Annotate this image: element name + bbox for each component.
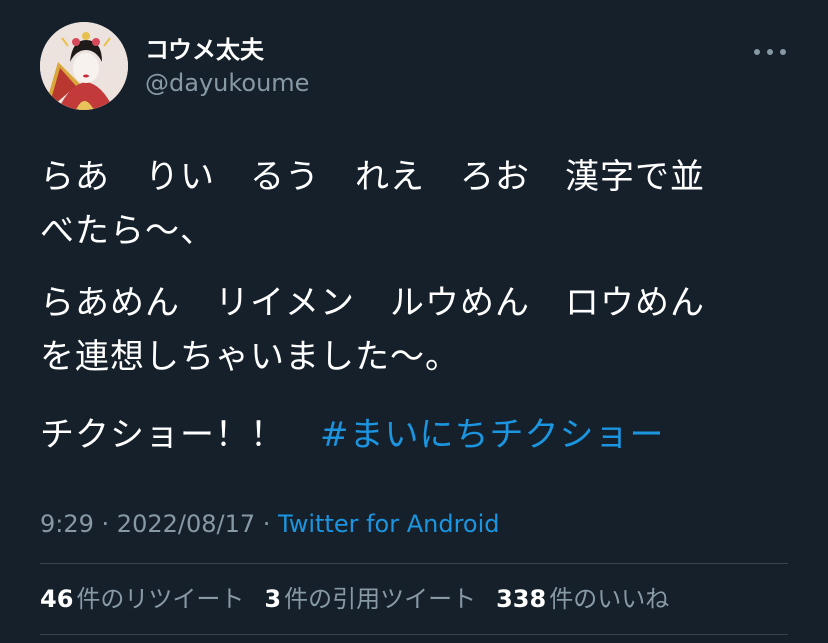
tweet-paragraph-3: チクショー！！ #まいにちチクショー [40,408,665,462]
dot [767,49,773,55]
tweet-line: らあ りい るう れえ ろお 漢字で並 [40,157,705,197]
display-name[interactable]: コウメ太夫 [145,34,264,66]
tweet-line: らあめん リイメン ルウめん ロウめん [40,283,705,323]
likes-stat[interactable]: 338 件のいいね [496,583,669,615]
tweet-stats: 46 件のリツイート 3 件の引用ツイート 338 件のいいね [40,583,669,615]
retweets-label: 件のリツイート [76,585,245,613]
likes-label: 件のいいね [549,585,670,613]
divider [40,563,788,564]
tweet-paragraph-1: らあ りい るう れえ ろお 漢字で並 べたら〜、 [40,150,705,258]
tweet-line: べたら〜、 [40,211,215,251]
quotes-stat[interactable]: 3 件の引用ツイート [264,583,476,615]
avatar-portrait-icon [40,22,128,110]
user-handle[interactable]: @dayukoume [145,67,309,99]
tweet-meta: 9:29 · 2022/08/17 · Twitter for Android [40,508,500,540]
quotes-count: 3 [264,585,282,613]
likes-count: 338 [496,585,547,613]
tweet-time[interactable]: 9:29 [40,510,94,538]
meta-separator: · [255,510,279,538]
hashtag-link[interactable]: #まいにちチクショー [320,415,665,455]
dot [780,49,786,55]
tweet-line: チクショー！！ [40,415,320,455]
tweet-detail: コウメ太夫 @dayukoume らあ りい るう れえ ろお 漢字で並 べたら… [0,0,828,643]
retweets-stat[interactable]: 46 件のリツイート [40,583,244,615]
tweet-paragraph-2: らあめん リイメン ルウめん ロウめん を連想しちゃいました〜。 [40,276,705,384]
meta-separator: · [93,510,117,538]
tweet-line: を連想しちゃいました〜。 [40,337,460,377]
quotes-label: 件の引用ツイート [284,585,477,613]
dot [754,49,760,55]
retweets-count: 46 [40,585,74,613]
more-options-icon[interactable] [752,38,788,66]
tweet-source-link[interactable]: Twitter for Android [278,510,499,538]
tweet-date[interactable]: 2022/08/17 [117,510,255,538]
avatar[interactable] [40,22,128,110]
divider [40,634,788,635]
